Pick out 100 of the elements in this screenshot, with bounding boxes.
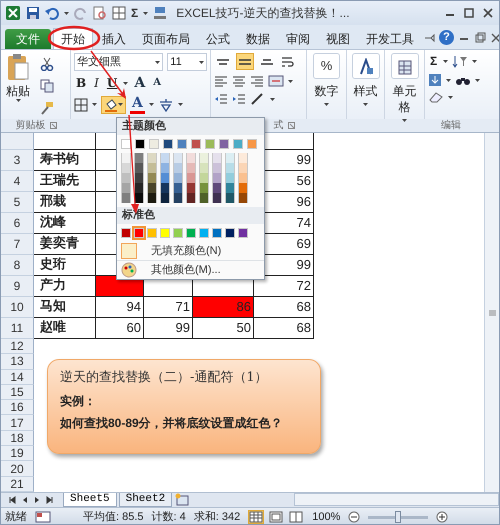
caret-icon[interactable] [143,12,148,14]
color-swatch[interactable] [147,153,157,163]
color-swatch[interactable] [147,163,157,173]
save-icon[interactable] [26,6,40,20]
caret-icon[interactable] [148,103,154,106]
color-swatch[interactable] [121,139,131,149]
shrink-font-button[interactable]: A [151,75,164,91]
row-header[interactable]: 21 [1,476,34,492]
color-swatch[interactable] [225,193,235,203]
color-swatch[interactable] [160,183,170,193]
help-icon[interactable]: ? [439,30,454,45]
restore-icon[interactable] [462,7,476,19]
caret-icon[interactable] [64,12,69,14]
sheet-tab[interactable]: Sheet5 [63,493,117,507]
color-swatch[interactable] [238,163,248,173]
caret-icon[interactable] [155,60,160,64]
increase-indent-icon[interactable] [232,92,246,106]
table-icon[interactable] [112,6,126,20]
caret-icon[interactable] [472,60,478,62]
italic-button[interactable]: I [92,75,101,91]
close-icon[interactable] [481,7,495,19]
view-button[interactable] [288,510,304,524]
copy-icon[interactable] [40,79,56,93]
row-header[interactable]: 14 [1,370,34,385]
print-preview-icon[interactable] [93,6,107,20]
color-swatch[interactable] [199,153,209,163]
color-swatch[interactable] [160,173,170,183]
zoom-level[interactable]: 100% [312,508,340,524]
color-swatch[interactable] [121,163,131,173]
color-swatch[interactable] [199,193,209,203]
pin-icon[interactable] [423,32,435,44]
row-header[interactable]: 13 [1,354,34,370]
row-header[interactable]: 18 [1,430,34,446]
color-swatch[interactable] [186,163,196,173]
color-swatch[interactable] [173,163,183,173]
color-swatch[interactable] [160,153,170,163]
color-swatch[interactable] [212,163,222,173]
ribbon-tab[interactable]: 页面布局 [135,28,197,49]
align-button[interactable] [236,53,254,70]
color-swatch[interactable] [247,139,257,149]
borders-icon[interactable] [74,98,88,112]
color-swatch[interactable] [238,228,248,238]
color-swatch[interactable] [173,193,183,203]
caret-icon[interactable] [199,60,204,64]
close-icon[interactable] [490,32,499,44]
align-center-icon[interactable] [232,74,246,88]
ribbon-tab[interactable]: 审阅 [279,28,317,49]
cells-button[interactable]: 单元格 [388,82,421,115]
row-header[interactable]: 12 [1,339,34,354]
color-swatch[interactable] [225,153,235,163]
dialog-launcher-icon[interactable] [288,122,294,129]
caret-icon[interactable] [118,103,123,106]
percent-button[interactable]: % [312,53,340,78]
caret-icon[interactable] [475,78,480,82]
color-swatch[interactable] [149,139,159,149]
color-swatch[interactable] [173,153,183,163]
cut-icon[interactable] [40,57,54,71]
zoom-out-icon[interactable] [348,511,360,523]
next-sheet-icon[interactable] [33,496,41,504]
view-button[interactable] [248,510,264,524]
caret-icon[interactable] [324,102,329,106]
caret-icon[interactable] [270,98,275,100]
color-swatch[interactable] [186,183,196,193]
color-swatch[interactable] [199,183,209,193]
row-header[interactable]: 16 [1,400,34,416]
color-swatch[interactable] [134,183,144,193]
paste-button[interactable]: 粘贴 [4,83,32,99]
caret-icon[interactable] [92,103,97,106]
row-header[interactable]: 9 [1,276,34,297]
phonetic-icon[interactable] [158,98,174,112]
row-header[interactable]: 6 [1,213,34,234]
color-swatch[interactable] [238,153,248,163]
color-swatch[interactable] [212,153,222,163]
caret-icon[interactable] [16,99,20,102]
color-swatch[interactable] [177,139,187,149]
color-swatch[interactable] [212,228,222,238]
format-painter-icon[interactable] [40,101,54,115]
color-swatch[interactable] [191,139,201,149]
ribbon-tab[interactable]: 文件 [5,28,51,49]
color-swatch[interactable] [212,183,222,193]
ribbon-tab[interactable]: 视图 [319,28,357,49]
caret-icon[interactable] [448,96,453,98]
color-swatch[interactable] [160,193,170,203]
decrease-indent-icon[interactable] [214,92,228,106]
color-swatch[interactable] [121,173,131,183]
color-swatch[interactable] [225,183,235,193]
horizontal-scrollbar[interactable] [294,493,499,506]
color-swatch[interactable] [173,183,183,193]
paste-icon[interactable] [6,53,30,83]
styles-icon[interactable] [358,58,374,76]
color-swatch[interactable] [134,163,144,173]
ribbon-tab[interactable]: 开发工具 [359,28,421,49]
slider-thumb[interactable] [395,511,402,523]
eraser-icon[interactable] [428,91,444,103]
font-size-field[interactable]: 11 [167,53,207,71]
zoom-in-icon[interactable] [436,511,448,523]
color-swatch[interactable] [238,183,248,193]
view-button[interactable] [268,510,284,524]
row-header[interactable]: 11 [1,318,34,339]
caret-icon[interactable] [443,60,448,62]
